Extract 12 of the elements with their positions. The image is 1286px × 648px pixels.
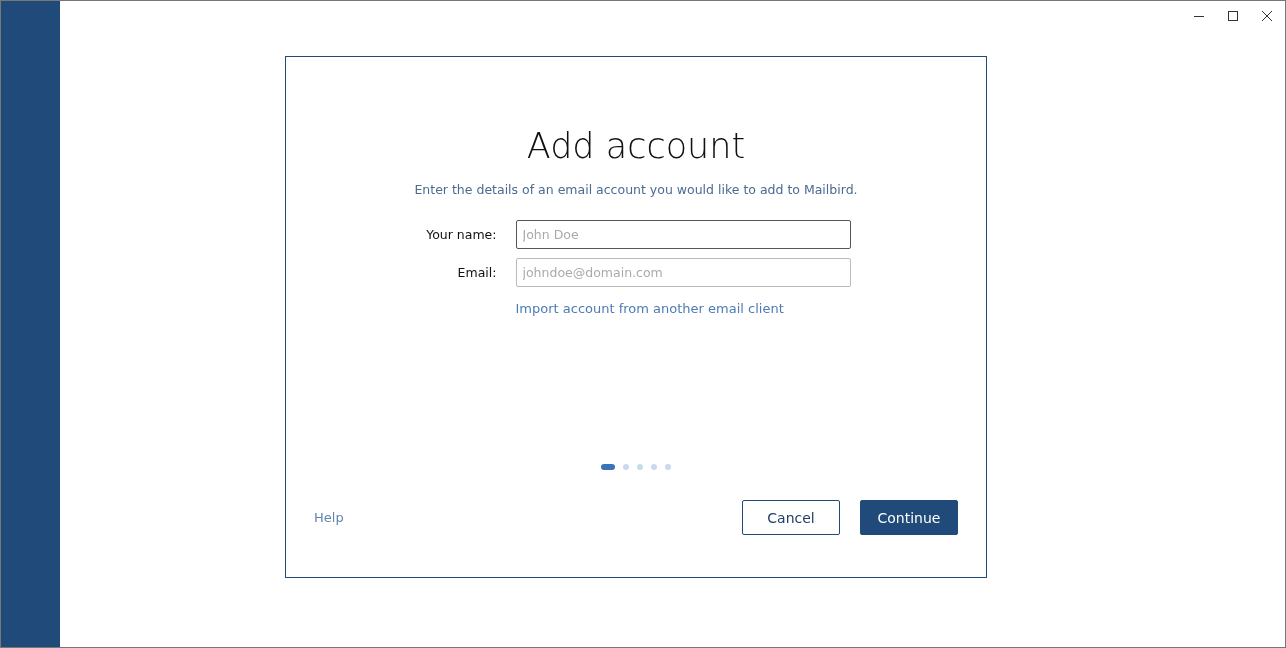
dialog-title: Add account <box>526 125 746 167</box>
close-icon[interactable] <box>1261 10 1273 22</box>
cancel-button[interactable]: Cancel <box>742 500 840 535</box>
input-field[interactable]: John Doe <box>515 220 851 249</box>
help-link[interactable]: Help <box>314 510 344 525</box>
maximize-icon[interactable] <box>1227 10 1239 22</box>
continue-button[interactable]: Continue <box>860 500 958 535</box>
import-link[interactable]: Import account from another email client <box>515 301 784 316</box>
input-field[interactable]: johndoe@domain.com <box>515 258 851 287</box>
field-label: Email: <box>456 265 497 280</box>
field-label: Your name: <box>425 227 497 242</box>
dialog-subtitle: Enter the details of an email account you would like to add to Mailbird. <box>414 182 858 198</box>
